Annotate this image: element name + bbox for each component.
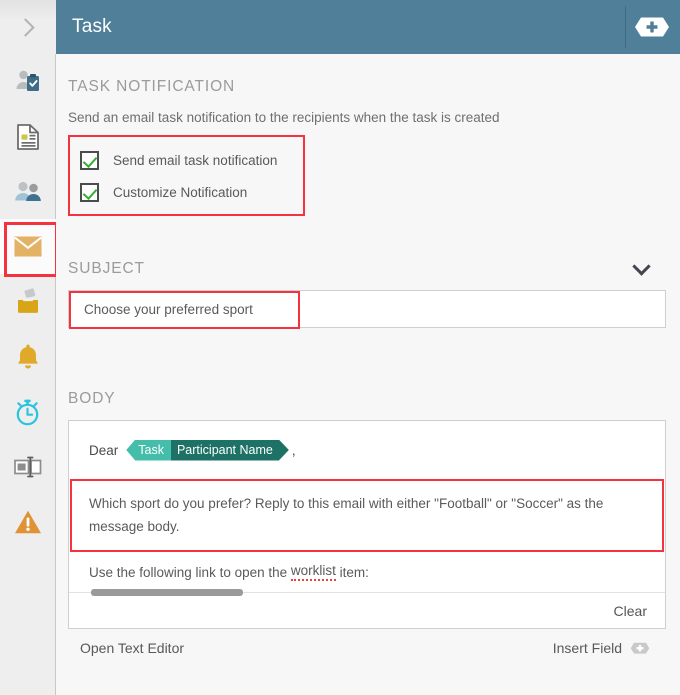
subject-header: SUBJECT bbox=[68, 257, 666, 278]
stopwatch-icon bbox=[16, 399, 39, 425]
sidebar-item-reminders[interactable] bbox=[0, 329, 56, 384]
body-message-text[interactable]: Which sport do you prefer? Reply to this… bbox=[69, 479, 665, 552]
header-divider bbox=[625, 6, 626, 48]
clear-row: Clear bbox=[69, 592, 665, 628]
task-notification-description: Send an email task notification to the r… bbox=[68, 110, 500, 125]
customize-notification-checkbox[interactable] bbox=[80, 182, 99, 202]
insert-field-button[interactable]: Insert Field bbox=[553, 640, 650, 656]
people-icon bbox=[14, 181, 41, 201]
chevron-right-icon bbox=[16, 17, 35, 37]
checkbox-row-customize[interactable]: Customize Notification bbox=[74, 176, 299, 208]
send-email-checkbox-label: Send email task notification bbox=[113, 152, 278, 168]
sidebar-item-task-details[interactable] bbox=[0, 54, 56, 109]
sidebar-item-data-fields[interactable] bbox=[0, 439, 56, 494]
notification-checkbox-group: Send email task notification Customize N… bbox=[68, 135, 305, 216]
subject-heading: SUBJECT bbox=[68, 260, 145, 277]
envelope-icon bbox=[13, 236, 42, 257]
greeting-suffix: , bbox=[291, 442, 296, 458]
task-notification-screen: Task TASK NOTIFICATION Send an email tas… bbox=[0, 0, 680, 695]
chip-category-label: Task bbox=[126, 439, 171, 461]
subject-input-value: Choose your preferred sport bbox=[84, 301, 253, 317]
participant-name-chip[interactable]: Task Participant Name bbox=[126, 439, 289, 461]
warning-triangle-icon bbox=[14, 510, 41, 533]
sidebar-collapse-button[interactable] bbox=[0, 0, 56, 54]
clear-button[interactable]: Clear bbox=[614, 603, 647, 619]
document-icon bbox=[16, 123, 39, 150]
top-header-bar: Task bbox=[56, 0, 680, 54]
subject-input[interactable]: Choose your preferred sport bbox=[68, 290, 666, 329]
page-title: Task bbox=[72, 16, 112, 37]
bell-icon bbox=[17, 344, 38, 369]
sidebar-item-form[interactable] bbox=[0, 109, 56, 164]
main-pane: Task TASK NOTIFICATION Send an email tas… bbox=[56, 0, 680, 695]
add-hex-icon bbox=[635, 17, 669, 37]
content-area: TASK NOTIFICATION Send an email task not… bbox=[56, 54, 680, 695]
add-hex-icon bbox=[630, 642, 650, 654]
customize-notification-checkbox-label: Customize Notification bbox=[113, 184, 248, 200]
send-email-checkbox[interactable] bbox=[80, 150, 99, 170]
sidebar-item-notification[interactable] bbox=[0, 219, 58, 277]
checkbox-row-send-email[interactable]: Send email task notification bbox=[74, 144, 299, 176]
sidebar-item-deadline[interactable] bbox=[0, 384, 56, 439]
body-greeting-line: Dear Task Participant Name , bbox=[69, 421, 665, 479]
chip-field-label: Participant Name bbox=[171, 440, 289, 461]
left-sidebar bbox=[0, 0, 58, 695]
add-button[interactable] bbox=[634, 16, 670, 38]
greeting-prefix: Dear bbox=[89, 442, 119, 458]
editor-footer: Open Text Editor Insert Field bbox=[68, 629, 666, 656]
link-line-suffix: item: bbox=[339, 564, 369, 580]
task-notification-heading: TASK NOTIFICATION bbox=[68, 78, 236, 95]
sidebar-item-participants[interactable] bbox=[0, 164, 56, 219]
chevron-down-icon[interactable] bbox=[632, 257, 651, 276]
worklist-word: worklist bbox=[290, 563, 336, 581]
open-text-editor-button[interactable]: Open Text Editor bbox=[80, 640, 184, 656]
body-heading: BODY bbox=[68, 390, 116, 407]
input-field-icon bbox=[13, 456, 41, 477]
person-clipboard-icon bbox=[16, 70, 39, 91]
insert-field-label: Insert Field bbox=[552, 640, 622, 656]
sidebar-item-escalation[interactable] bbox=[0, 494, 56, 549]
horizontal-scrollbar[interactable] bbox=[91, 589, 243, 596]
link-line-prefix: Use the following link to open the bbox=[89, 564, 288, 580]
inbox-icon bbox=[17, 287, 38, 313]
body-editor-panel[interactable]: Dear Task Participant Name , Which sport… bbox=[68, 420, 666, 629]
body-link-line: Use the following link to open the workl… bbox=[69, 552, 665, 596]
sidebar-item-inbox[interactable] bbox=[0, 274, 56, 329]
